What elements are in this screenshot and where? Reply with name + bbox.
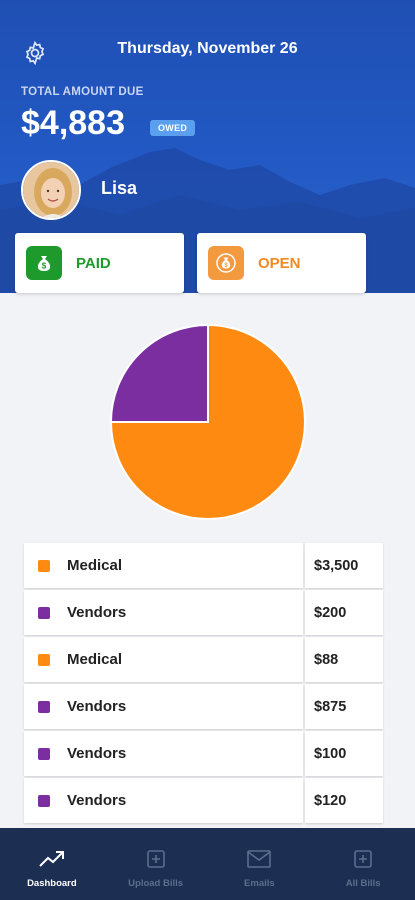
bills-table: Medical $3,500 Vendors $200 Medical $88 Vendor… (24, 543, 383, 825)
table-row[interactable]: Vendors $120 (24, 778, 383, 825)
category-color-dot (38, 794, 50, 807)
plus-square-icon (146, 848, 166, 870)
owed-badge: OWED (150, 120, 196, 136)
nav-all-bills[interactable]: All Bills (311, 828, 415, 900)
date-label: Thursday, November 26 (117, 40, 298, 57)
svg-text:$: $ (42, 262, 47, 271)
amount-cell: $100 (305, 731, 383, 776)
money-bag-clock-icon: $ (208, 246, 244, 280)
nav-label: Emails (244, 878, 275, 889)
trend-up-icon (38, 848, 66, 870)
user-name: Lisa (101, 178, 138, 198)
open-card[interactable]: $ OPEN (197, 233, 366, 293)
category-label: Vendors (67, 792, 127, 809)
avatar[interactable] (21, 160, 81, 220)
category-cell: Vendors (24, 778, 303, 823)
money-bag-icon: $ (26, 246, 62, 280)
pie-slice-vendors[interactable] (110, 324, 209, 423)
category-label: Vendors (67, 745, 127, 762)
bills-pie-chart (110, 324, 306, 520)
category-cell: Medical (24, 543, 303, 588)
total-amount-label: TOTAL AMOUNT DUE (21, 86, 144, 98)
category-label: Medical (67, 651, 123, 668)
category-color-dot (38, 653, 50, 666)
category-label: Vendors (67, 604, 127, 621)
amount-cell: $200 (305, 590, 383, 635)
bottom-nav: Dashboard Upload Bills Emails All Bills (0, 828, 415, 900)
plus-square-icon (353, 848, 373, 870)
table-row[interactable]: Vendors $200 (24, 590, 383, 637)
envelope-icon (246, 848, 272, 870)
nav-label: Dashboard (27, 878, 77, 889)
category-color-dot (38, 606, 50, 619)
category-cell: Medical (24, 637, 303, 682)
paid-card[interactable]: $ PAID (15, 233, 184, 293)
table-row[interactable]: Vendors $875 (24, 684, 383, 731)
amount-cell: $88 (305, 637, 383, 682)
nav-dashboard[interactable]: Dashboard (0, 828, 104, 900)
category-cell: Vendors (24, 684, 303, 729)
table-row[interactable]: Medical $88 (24, 637, 383, 684)
nav-label: Upload Bills (128, 878, 184, 889)
amount-cell: $3,500 (305, 543, 383, 588)
category-cell: Vendors (24, 590, 303, 635)
paid-label: PAID (76, 254, 111, 272)
open-label: OPEN (258, 254, 301, 272)
table-row[interactable]: Vendors $100 (24, 731, 383, 778)
table-row[interactable]: Medical $3,500 (24, 543, 383, 590)
total-amount-value: $4,883 (21, 104, 125, 142)
nav-label: All Bills (345, 878, 381, 889)
nav-emails[interactable]: Emails (208, 828, 312, 900)
category-color-dot (38, 700, 50, 713)
amount-cell: $875 (305, 684, 383, 729)
category-color-dot (38, 559, 50, 572)
nav-upload-bills[interactable]: Upload Bills (104, 828, 208, 900)
category-cell: Vendors (24, 731, 303, 776)
amount-cell: $120 (305, 778, 383, 823)
category-label: Vendors (67, 698, 127, 715)
category-color-dot (38, 747, 50, 760)
category-label: Medical (67, 557, 123, 574)
